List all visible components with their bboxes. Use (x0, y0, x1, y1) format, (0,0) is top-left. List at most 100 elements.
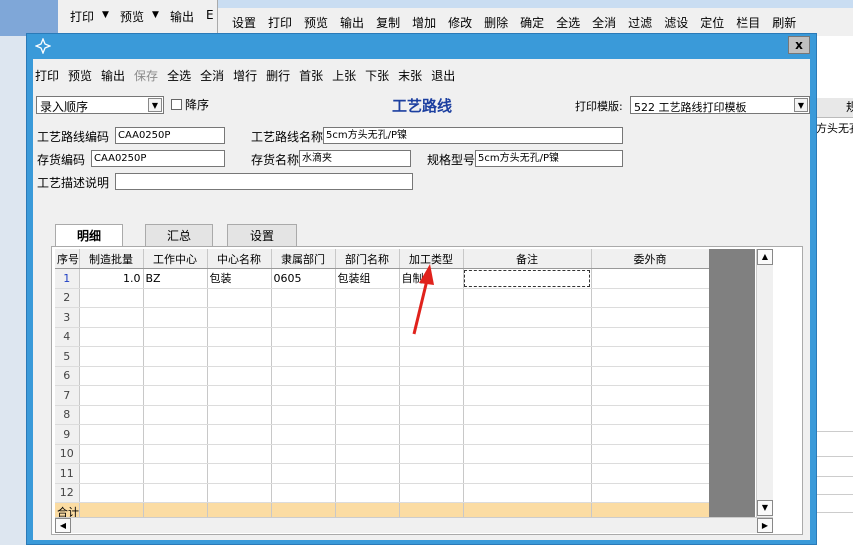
table-cell[interactable] (79, 366, 144, 386)
table-cell[interactable] (335, 366, 400, 386)
table-cell[interactable] (591, 483, 710, 503)
table-cell[interactable] (335, 444, 400, 464)
bg-menu-item[interactable]: 定位 (700, 14, 724, 31)
bg-preview-button[interactable]: 预览 (120, 8, 144, 25)
table-cell[interactable] (79, 483, 144, 503)
table-cell[interactable] (463, 288, 592, 308)
bg-preview-dropdown-icon[interactable]: ▼ (152, 10, 159, 20)
table-cell[interactable] (399, 385, 464, 406)
bg-menu-item[interactable]: 预览 (304, 14, 328, 31)
toolbar-button[interactable]: 增行 (233, 67, 257, 87)
toolbar-button[interactable]: 退出 (431, 67, 455, 87)
table-cell[interactable] (463, 327, 592, 347)
table-cell[interactable] (591, 385, 710, 406)
table-cell[interactable] (335, 327, 400, 347)
toolbar-button[interactable]: 保存 (134, 67, 158, 87)
route-desc-field[interactable] (115, 173, 413, 190)
table-cell[interactable] (463, 346, 592, 367)
table-cell[interactable] (207, 483, 272, 503)
bg-column-header-spec[interactable]: 规 (816, 98, 853, 118)
chevron-down-icon[interactable]: ▼ (794, 98, 808, 112)
bg-menu-item[interactable]: 修改 (448, 14, 472, 31)
inventory-name-field[interactable]: 水滴夹 (299, 150, 411, 167)
horizontal-scrollbar[interactable]: ◀ ▶ (55, 517, 773, 533)
table-cell[interactable] (271, 483, 336, 503)
table-cell[interactable] (79, 424, 144, 445)
table-cell[interactable] (79, 327, 144, 347)
table-cell[interactable] (143, 444, 208, 464)
table-cell[interactable]: 0605 (271, 268, 336, 289)
toolbar-button[interactable]: 删行 (266, 67, 290, 87)
table-row[interactable]: 6 (55, 366, 710, 386)
table-cell[interactable] (591, 346, 710, 367)
table-cell[interactable] (399, 366, 464, 386)
column-header[interactable]: 中心名称 (207, 249, 272, 269)
table-row[interactable]: 1 1.0 BZ 包装 0605 包装组 自制 (55, 268, 710, 289)
table-cell[interactable] (399, 307, 464, 328)
table-cell[interactable] (463, 366, 592, 386)
scroll-down-icon[interactable]: ▼ (757, 500, 773, 516)
table-cell[interactable] (591, 268, 710, 289)
toolbar-button[interactable]: 全选 (167, 67, 191, 87)
sort-order-select[interactable]: 录入顺序 ▼ (36, 96, 164, 114)
table-cell[interactable] (207, 327, 272, 347)
bg-menu-item[interactable]: 刷新 (772, 14, 796, 31)
table-cell[interactable] (399, 424, 464, 445)
table-cell[interactable] (207, 405, 272, 425)
table-cell[interactable] (463, 444, 592, 464)
table-cell[interactable] (271, 463, 336, 484)
table-cell[interactable] (271, 346, 336, 367)
column-header[interactable]: 加工类型 (399, 249, 464, 269)
table-cell[interactable] (143, 483, 208, 503)
table-cell[interactable] (271, 405, 336, 425)
table-cell[interactable] (271, 307, 336, 328)
bg-toolbar-overflow[interactable]: E (206, 8, 214, 22)
table-cell[interactable] (143, 307, 208, 328)
bg-output-button[interactable]: 输出 (170, 8, 194, 25)
table-cell[interactable] (79, 346, 144, 367)
toolbar-button[interactable]: 上张 (332, 67, 356, 87)
table-cell[interactable] (271, 444, 336, 464)
tab-settings[interactable]: 设置 (227, 224, 297, 247)
scroll-up-icon[interactable]: ▲ (757, 249, 773, 265)
table-cell[interactable] (463, 483, 592, 503)
table-cell[interactable] (207, 385, 272, 406)
column-header[interactable]: 隶属部门 (271, 249, 336, 269)
scroll-left-icon[interactable]: ◀ (55, 518, 71, 533)
table-cell[interactable] (463, 385, 592, 406)
table-cell[interactable] (207, 463, 272, 484)
table-cell[interactable] (143, 327, 208, 347)
scroll-right-icon[interactable]: ▶ (757, 518, 773, 533)
column-header[interactable]: 工作中心 (143, 249, 208, 269)
table-cell[interactable] (79, 444, 144, 464)
table-cell[interactable] (399, 444, 464, 464)
table-cell[interactable] (143, 366, 208, 386)
bg-menu-item[interactable]: 设置 (232, 14, 256, 31)
close-button[interactable]: x (788, 36, 810, 54)
table-cell[interactable] (79, 288, 144, 308)
table-cell[interactable] (591, 327, 710, 347)
table-cell[interactable] (79, 307, 144, 328)
table-cell[interactable] (335, 424, 400, 445)
table-cell[interactable] (335, 463, 400, 484)
table-cell[interactable] (207, 307, 272, 328)
table-row[interactable]: 2 (55, 288, 710, 308)
table-cell[interactable] (207, 444, 272, 464)
table-cell[interactable] (143, 405, 208, 425)
bg-print-dropdown-icon[interactable]: ▼ (102, 10, 109, 20)
table-cell[interactable] (463, 307, 592, 328)
tab-summary[interactable]: 汇总 (145, 224, 213, 247)
table-cell[interactable] (463, 268, 592, 289)
toolbar-button[interactable]: 下张 (365, 67, 389, 87)
table-cell[interactable] (591, 463, 710, 484)
table-cell[interactable] (335, 385, 400, 406)
table-row[interactable]: 5 (55, 346, 710, 367)
bg-menu-item[interactable]: 删除 (484, 14, 508, 31)
chevron-down-icon[interactable]: ▼ (148, 98, 162, 112)
table-row[interactable]: 11 (55, 463, 710, 484)
table-cell[interactable] (591, 444, 710, 464)
table-cell[interactable] (207, 346, 272, 367)
table-cell[interactable]: BZ (143, 268, 208, 289)
route-name-field[interactable]: 5cm方头无孔/P镍 (323, 127, 623, 144)
bg-menu-item[interactable]: 全消 (592, 14, 616, 31)
